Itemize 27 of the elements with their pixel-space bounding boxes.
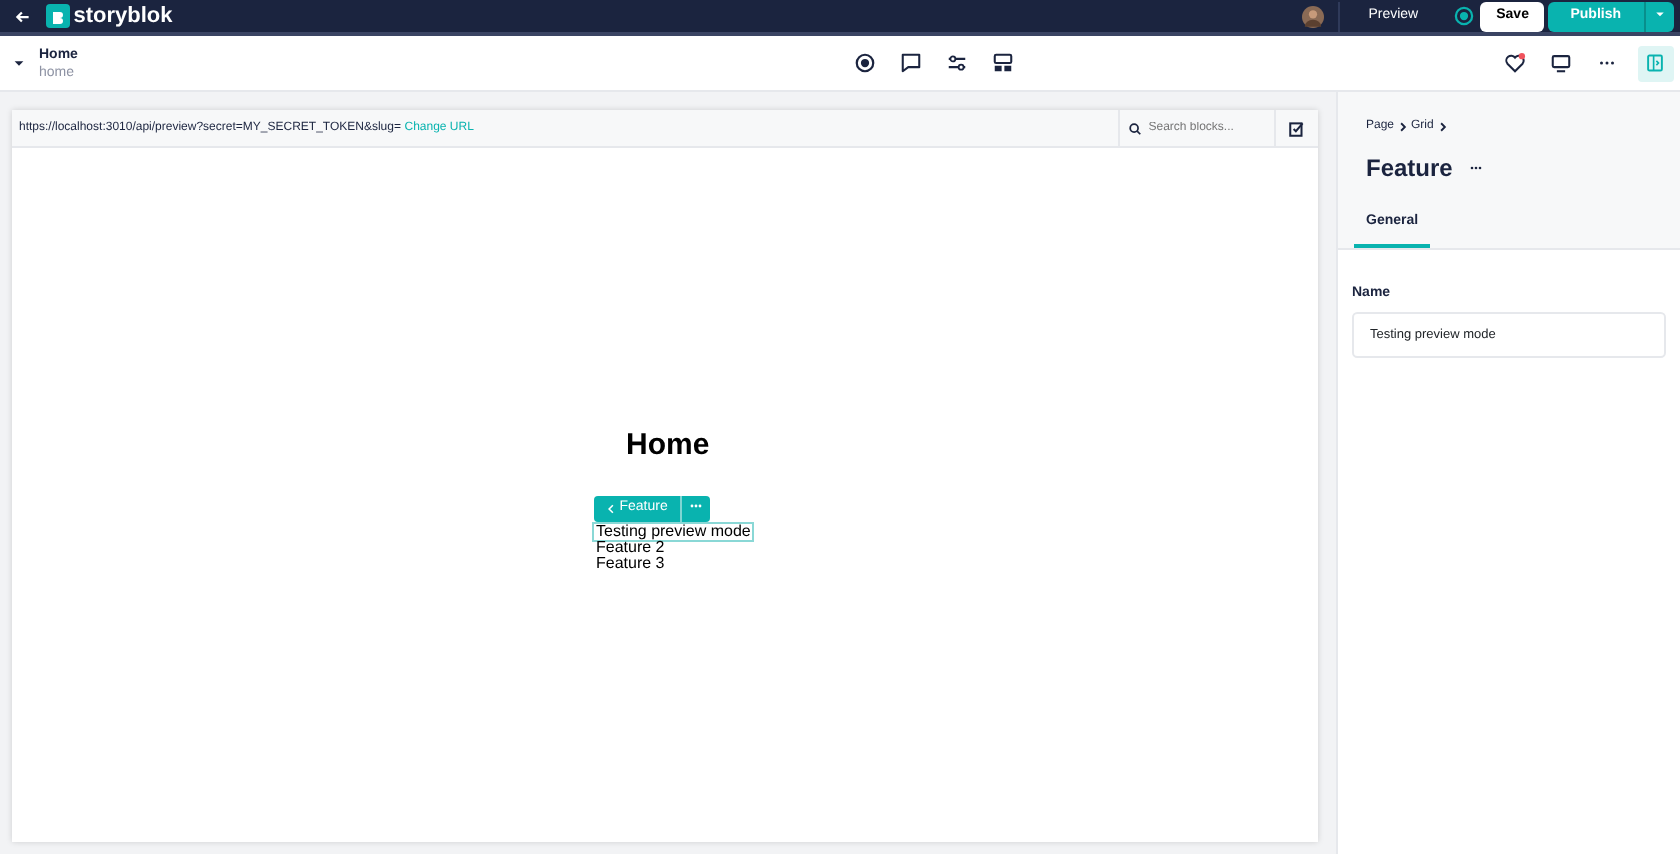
feature-text[interactable]: Feature 3 bbox=[594, 556, 667, 573]
chevron-left-icon bbox=[606, 503, 616, 513]
status-icon bbox=[1453, 6, 1474, 26]
publish-menu-button[interactable] bbox=[1643, 1, 1673, 31]
monitor-icon bbox=[1550, 52, 1572, 74]
feature-text[interactable]: Feature 2 bbox=[594, 540, 667, 557]
search-icon bbox=[1127, 121, 1141, 135]
page-heading: Home bbox=[626, 426, 710, 466]
chevron-right-icon bbox=[1397, 122, 1408, 132]
back-arrow-icon bbox=[14, 7, 32, 25]
blocks-icon bbox=[992, 52, 1014, 74]
brand-name: storyblok bbox=[73, 1, 173, 32]
panel-toggle-icon bbox=[1644, 52, 1666, 74]
block-menu-button[interactable] bbox=[679, 495, 710, 521]
caret-icon bbox=[1653, 7, 1665, 20]
panel-title: Feature bbox=[1366, 152, 1453, 186]
edit-check-icon bbox=[1288, 119, 1306, 137]
logo-mark bbox=[50, 9, 66, 26]
chevron-right-icon bbox=[1437, 122, 1448, 132]
avatar bbox=[1302, 5, 1325, 27]
panel-toggle-button[interactable] bbox=[1637, 45, 1673, 81]
record-icon bbox=[854, 52, 876, 74]
comment-icon bbox=[900, 52, 922, 74]
sliders-icon bbox=[946, 52, 968, 74]
caret-icon bbox=[12, 56, 27, 70]
heart-icon bbox=[1504, 52, 1526, 74]
feature-text[interactable]: Testing preview mode bbox=[594, 524, 753, 541]
